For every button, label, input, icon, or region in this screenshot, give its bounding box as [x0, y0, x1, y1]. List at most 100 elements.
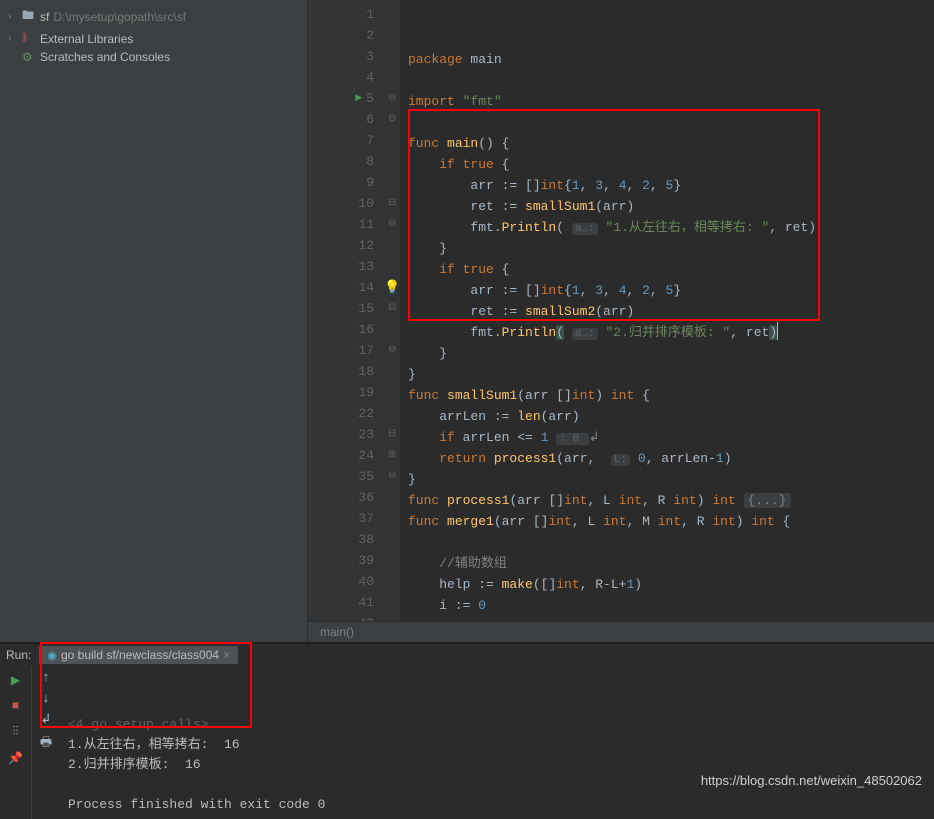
- rerun-button[interactable]: ▶: [6, 670, 26, 690]
- code-line[interactable]: fmt.Println( a…: "1.从左往右，相等拷右: ", ret): [408, 217, 816, 238]
- line-number-gutter[interactable]: 1234▶56789101112131415161718192223243536…: [308, 0, 386, 621]
- line-number[interactable]: 16: [312, 319, 374, 340]
- code-line[interactable]: i := 0: [408, 595, 816, 616]
- code-line[interactable]: [408, 70, 816, 91]
- run-header: Run: ◉ go build sf/newclass/class004 ×: [0, 644, 934, 666]
- soft-wrap-button[interactable]: ↲: [41, 712, 52, 727]
- line-number[interactable]: 10: [312, 193, 374, 214]
- code-line[interactable]: func merge1(arr []int, L int, M int, R i…: [408, 511, 816, 532]
- code-line[interactable]: [408, 532, 816, 553]
- line-number[interactable]: 13: [312, 256, 374, 277]
- line-number[interactable]: 14: [312, 277, 374, 298]
- code-line[interactable]: fmt.Println( a…: "2.归并排序模板: ", ret): [408, 322, 816, 343]
- code-line[interactable]: arrLen := len(arr): [408, 406, 816, 427]
- line-number[interactable]: 1: [312, 4, 374, 25]
- code-line[interactable]: }: [408, 238, 816, 259]
- code-line[interactable]: package main: [408, 49, 816, 70]
- up-button[interactable]: ↑: [42, 670, 50, 685]
- run-output[interactable]: <4 go setup calls>1.从左往右，相等拷右: 162.归并排序模…: [60, 666, 934, 819]
- print-button[interactable]: 🖶: [40, 733, 52, 755]
- code-line[interactable]: if true {: [408, 259, 816, 280]
- breadcrumb-item[interactable]: main(): [320, 625, 354, 639]
- scratch-icon: ⚙: [22, 50, 40, 64]
- library-icon: ⫴: [22, 31, 40, 46]
- line-number[interactable]: 3: [312, 46, 374, 67]
- line-number[interactable]: 36: [312, 487, 374, 508]
- code-line[interactable]: if arrLen <= 1 : 0 ↲: [408, 427, 816, 448]
- code-line[interactable]: arr := []int{1, 3, 4, 2, 5}: [408, 280, 816, 301]
- fold-toggle[interactable]: ⊟: [388, 298, 396, 319]
- tree-item-external-libs[interactable]: › ⫴ External Libraries: [0, 29, 307, 48]
- output-line: Process finished with exit code 0: [68, 795, 926, 815]
- pin-button[interactable]: 📌: [6, 748, 26, 768]
- line-number[interactable]: 39: [312, 550, 374, 571]
- tree-item-scratches[interactable]: ⚙ Scratches and Consoles: [0, 48, 307, 66]
- fold-toggle[interactable]: ⊞: [388, 445, 396, 466]
- code-line[interactable]: p1 := L: [408, 616, 816, 621]
- code-line[interactable]: return process1(arr, L: 0, arrLen-1): [408, 448, 816, 469]
- fold-toggle[interactable]: ⊖: [388, 466, 396, 487]
- line-number[interactable]: 9: [312, 172, 374, 193]
- line-number[interactable]: 17: [312, 340, 374, 361]
- code-line[interactable]: func main() {: [408, 133, 816, 154]
- breadcrumb[interactable]: main(): [308, 621, 934, 642]
- line-number[interactable]: 23: [312, 424, 374, 445]
- line-number[interactable]: 19: [312, 382, 374, 403]
- fold-toggle[interactable]: ⊟: [388, 193, 396, 214]
- run-config-tab[interactable]: ◉ go build sf/newclass/class004 ×: [39, 646, 238, 664]
- close-icon[interactable]: ×: [223, 648, 230, 662]
- chevron-right-icon: ›: [8, 11, 22, 22]
- stop-button[interactable]: ■: [6, 696, 26, 716]
- line-number[interactable]: 15: [312, 298, 374, 319]
- line-number[interactable]: 6: [312, 109, 374, 130]
- code-line[interactable]: ret := smallSum1(arr): [408, 196, 816, 217]
- code-line[interactable]: }: [408, 343, 816, 364]
- run-gutter-icon[interactable]: ▶: [355, 88, 362, 109]
- code-line[interactable]: help := make([]int, R-L+1): [408, 574, 816, 595]
- code-line[interactable]: if true {: [408, 154, 816, 175]
- line-number[interactable]: 37: [312, 508, 374, 529]
- output-line: 2.归并排序模板: 16: [68, 755, 926, 775]
- line-number[interactable]: 40: [312, 571, 374, 592]
- code-line[interactable]: }: [408, 469, 816, 490]
- run-tab-label: go build sf/newclass/class004: [61, 648, 219, 662]
- fold-toggle[interactable]: ⊖: [388, 109, 396, 130]
- fold-gutter[interactable]: ⊖⊖⊟⊖💡⊟⊖⊟⊞⊖: [386, 0, 400, 621]
- line-number[interactable]: 4: [312, 67, 374, 88]
- intention-bulb-icon[interactable]: 💡: [384, 277, 400, 298]
- fold-toggle[interactable]: ⊖: [388, 340, 396, 361]
- down-button[interactable]: ↓: [42, 691, 50, 706]
- code-line[interactable]: arr := []int{1, 3, 4, 2, 5}: [408, 175, 816, 196]
- line-number[interactable]: 11: [312, 214, 374, 235]
- line-number[interactable]: 12: [312, 235, 374, 256]
- fold-toggle[interactable]: ⊟: [388, 424, 396, 445]
- code-line[interactable]: }: [408, 364, 816, 385]
- fold-toggle[interactable]: ⊖: [388, 214, 396, 235]
- line-number[interactable]: 7: [312, 130, 374, 151]
- line-number[interactable]: 2: [312, 25, 374, 46]
- line-number[interactable]: 41: [312, 592, 374, 613]
- layout-button[interactable]: ⫶⫶: [6, 722, 26, 742]
- run-label: Run:: [6, 648, 31, 662]
- output-line: 1.从左往右，相等拷右: 16: [68, 735, 926, 755]
- fold-toggle[interactable]: ⊖: [388, 88, 396, 109]
- line-number[interactable]: 38: [312, 529, 374, 550]
- tree-label: External Libraries: [40, 32, 133, 46]
- line-number[interactable]: 24: [312, 445, 374, 466]
- project-tree[interactable]: › 🖿 sf D:\mysetup\gopath\src\sf › ⫴ Exte…: [0, 0, 308, 642]
- code-line[interactable]: ret := smallSum2(arr): [408, 301, 816, 322]
- code-line[interactable]: //辅助数组: [408, 553, 816, 574]
- tree-item-sf[interactable]: › 🖿 sf D:\mysetup\gopath\src\sf: [0, 4, 307, 29]
- line-number[interactable]: 8: [312, 151, 374, 172]
- line-number[interactable]: ▶5: [312, 88, 374, 109]
- line-number[interactable]: 18: [312, 361, 374, 382]
- code-line[interactable]: import "fmt": [408, 91, 816, 112]
- code-line[interactable]: func smallSum1(arr []int) int {: [408, 385, 816, 406]
- line-number[interactable]: 35: [312, 466, 374, 487]
- code-line[interactable]: func process1(arr []int, L int, R int) i…: [408, 490, 816, 511]
- editor[interactable]: 1234▶56789101112131415161718192223243536…: [308, 0, 934, 642]
- code-line[interactable]: [408, 112, 816, 133]
- line-number[interactable]: 42: [312, 613, 374, 621]
- line-number[interactable]: 22: [312, 403, 374, 424]
- code-area[interactable]: package main import "fmt" func main() { if…: [400, 0, 824, 621]
